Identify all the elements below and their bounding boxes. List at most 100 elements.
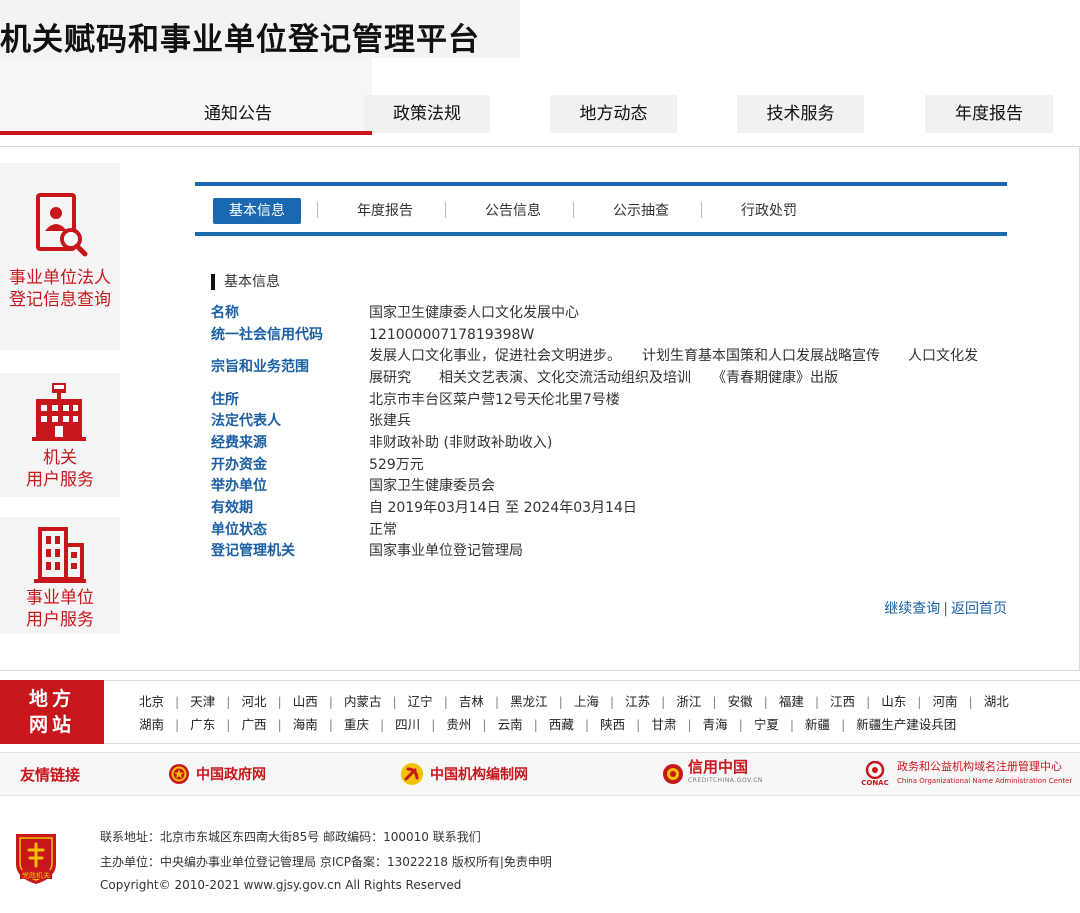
region-separator: | (917, 694, 922, 709)
national-emblem-icon (169, 764, 189, 784)
footer-copyright: Copyright© 2010-2021 www.gjsy.gov.cn All… (100, 878, 462, 892)
region-link[interactable]: 广西 (241, 717, 266, 732)
region-link[interactable]: 吉林 (459, 694, 484, 709)
region-link[interactable]: 江西 (830, 694, 855, 709)
region-link[interactable]: 内蒙古 (344, 694, 382, 709)
region-separator: | (763, 694, 768, 709)
region-link[interactable]: 天津 (190, 694, 215, 709)
footer-sponsor: 主办单位：中央编办事业单位登记管理局 京ICP备案：13022218 版权所有|… (100, 855, 552, 869)
region-link[interactable]: 河南 (933, 694, 958, 709)
info-label: 举办单位 (211, 478, 267, 494)
info-label: 名称 (211, 305, 239, 321)
nav-item-local-news[interactable]: 地方动态 (550, 95, 677, 133)
region-link[interactable]: 新疆生产建设兵团 (856, 717, 956, 732)
region-separator: | (277, 717, 282, 732)
region-link[interactable]: 安徽 (728, 694, 753, 709)
tab-administrative-penalty[interactable]: 行政处罚 (725, 198, 813, 224)
regional-sites-box (0, 680, 1080, 744)
region-link[interactable]: 湖北 (984, 694, 1009, 709)
region-link[interactable]: 福建 (779, 694, 804, 709)
region-link[interactable]: 新疆 (805, 717, 830, 732)
link-conac[interactable]: CONAC 政务和公益机构域名注册管理中心 China Organization… (857, 760, 1072, 788)
regional-badge-line2: 网站 (28, 714, 75, 736)
region-link[interactable]: 浙江 (676, 694, 701, 709)
region-separator: | (443, 694, 448, 709)
region-separator: | (277, 694, 282, 709)
info-label: 住所 (211, 392, 239, 408)
tab-announcements[interactable]: 公告信息 (469, 198, 557, 224)
link-separator: | (943, 601, 948, 617)
region-separator: | (789, 717, 795, 732)
info-value: 张建兵 (369, 413, 411, 429)
region-link[interactable]: 甘肃 (651, 717, 676, 732)
nav-item-policies[interactable]: 政策法规 (364, 95, 490, 133)
region-link[interactable]: 湖南 (139, 717, 164, 732)
detail-tab-bar: 基本信息 年度报告 公告信息 公示抽查 行政处罚 (195, 182, 1007, 236)
info-value: 北京市丰台区菜户营12号天伦北里7号楼 (369, 392, 620, 408)
tab-public-inspection[interactable]: 公示抽查 (597, 198, 685, 224)
link-label: 信用中国 (688, 758, 749, 776)
tab-basic-info[interactable]: 基本信息 (213, 198, 301, 224)
nav-item-notices[interactable]: 通知公告 (150, 95, 326, 133)
info-label: 登记管理机关 (211, 543, 295, 559)
region-separator: | (328, 717, 333, 732)
sidebar-item-institution-service[interactable]: 事业单位 用户服务 (0, 517, 120, 634)
link-china-org-staffing[interactable]: 中国机构编制网 (400, 760, 528, 788)
region-link[interactable]: 山西 (293, 694, 318, 709)
region-link[interactable]: 黑龙江 (510, 694, 548, 709)
back-home-link[interactable]: 返回首页 (951, 601, 1007, 617)
region-link[interactable]: 西藏 (549, 717, 574, 732)
region-separator: | (328, 694, 333, 709)
region-separator: | (175, 694, 180, 709)
info-value-line2: 展研究 相关文艺表演、文化交流活动组织及培训 《青春期健康》出版 (369, 370, 838, 386)
info-value-line1: 发展人口文化事业，促进社会文明进步。 计划生育基本国策和人口发展战略宣传 人口文… (369, 348, 978, 364)
region-separator: | (866, 694, 871, 709)
region-separator: | (841, 717, 846, 732)
region-link[interactable]: 重庆 (344, 717, 369, 732)
government-building-icon (32, 383, 86, 441)
region-separator: | (533, 717, 538, 732)
region-link[interactable]: 山东 (881, 694, 906, 709)
region-link[interactable]: 广东 (190, 717, 215, 732)
sidebar-label-line1: 机关 (43, 448, 77, 468)
tab-separator (701, 202, 702, 218)
continue-query-link[interactable]: 继续查询 (884, 601, 940, 617)
link-credit-china[interactable]: 信用中国 CREDITCHINA.GOV.CN (662, 760, 763, 788)
region-link[interactable]: 青海 (703, 717, 728, 732)
nav-active-underline (0, 131, 372, 135)
region-separator: | (431, 717, 436, 732)
info-value: 国家事业单位登记管理局 (369, 543, 523, 559)
credit-china-text: 信用中国 CREDITCHINA.GOV.CN (688, 760, 763, 788)
nav-item-tech-services[interactable]: 技术服务 (737, 95, 864, 133)
region-link[interactable]: 云南 (498, 717, 523, 732)
region-link[interactable]: 北京 (139, 694, 164, 709)
nav-item-annual-report[interactable]: 年度报告 (925, 95, 1053, 133)
region-separator: | (712, 694, 717, 709)
tab-separator (573, 202, 574, 218)
region-link[interactable]: 河北 (241, 694, 266, 709)
region-link[interactable]: 贵州 (446, 717, 471, 732)
region-separator: | (738, 717, 743, 732)
info-label: 有效期 (211, 500, 253, 516)
region-link[interactable]: 四川 (395, 717, 420, 732)
sidebar-label-line1: 事业单位法人 (9, 268, 111, 288)
region-link[interactable]: 陕西 (600, 717, 625, 732)
sidebar-item-legal-person-query[interactable]: 事业单位法人 登记信息查询 (0, 163, 120, 350)
region-link[interactable]: 上海 (574, 694, 599, 709)
region-separator: | (226, 717, 231, 732)
info-row-business-scope: 宗旨和业务范围 发展人口文化事业，促进社会文明进步。 计划生育基本国策和人口发展… (211, 345, 1011, 389)
region-link[interactable]: 辽宁 (408, 694, 433, 709)
region-link[interactable]: 海南 (293, 717, 318, 732)
friendly-links-title: 友情链接 (20, 766, 81, 784)
footer-contact: 联系地址：北京市东城区东四南大街85号 邮政编码：100010 联系我们 (100, 830, 481, 844)
region-link[interactable]: 宁夏 (754, 717, 779, 732)
tab-annual-report[interactable]: 年度报告 (341, 198, 429, 224)
sidebar-label-line2: 用户服务 (26, 470, 94, 490)
region-separator: | (687, 717, 692, 732)
info-value: 529万元 (369, 457, 424, 473)
region-link[interactable]: 江苏 (625, 694, 650, 709)
sidebar-label-line2: 登记信息查询 (9, 290, 111, 310)
sidebar-item-government-service[interactable]: 机关 用户服务 (0, 373, 120, 497)
link-china-gov[interactable]: 中国政府网 (168, 760, 266, 788)
region-separator: | (609, 694, 615, 709)
